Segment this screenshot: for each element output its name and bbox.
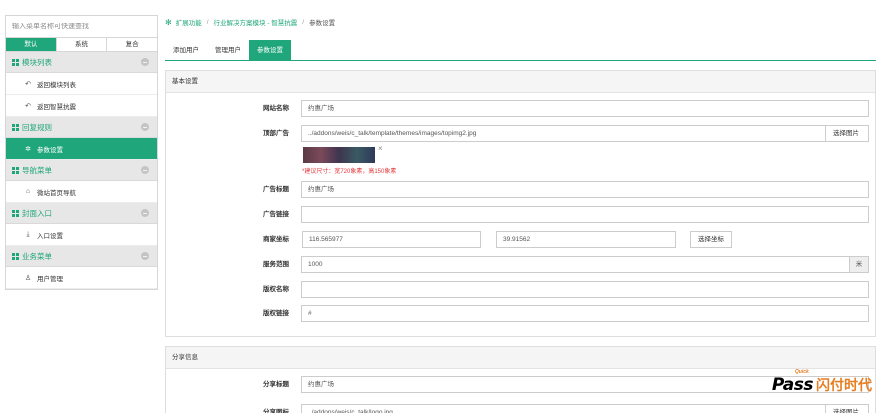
download-icon: ⤓ [26, 230, 30, 238]
menu-search-input[interactable] [12, 23, 151, 30]
menu-item-label: 返回智慧抗震 [37, 103, 76, 111]
tab-manage-users[interactable]: 管理用户 [207, 40, 249, 61]
share-title-label: 分享标题 [263, 381, 289, 388]
grid-icon [12, 252, 19, 260]
panel-title: 基本设置 [166, 71, 875, 93]
menu-group-title: 导航菜单 [22, 165, 52, 175]
tab-add-user[interactable]: 添加用户 [165, 40, 207, 61]
menu-item-home-nav[interactable]: ⌂ 微站首页导航 [6, 181, 157, 203]
grid-icon [12, 166, 19, 174]
cogs-icon: ✻ [165, 17, 172, 27]
range-unit: 米 [849, 256, 869, 273]
menu-item-back-modules[interactable]: ↶ 返回模块列表 [6, 73, 157, 95]
collapse-icon[interactable] [141, 123, 149, 131]
menu-group-nav[interactable]: 导航菜单 [6, 160, 157, 181]
share-icon-input[interactable]: ../addons/weis/c_talk/logo.jpg [301, 404, 826, 413]
menu-item-user-manage[interactable]: ♙ 用户管理 [6, 267, 157, 289]
menu-tab-composite[interactable]: 复合 [107, 38, 157, 51]
menu-group-cover[interactable]: 封面入口 [6, 203, 157, 224]
breadcrumb-module[interactable]: 行业解决方案模块 - 智慧抗震 [214, 17, 298, 27]
menu-group-title: 封面入口 [22, 208, 52, 218]
undo-icon: ↶ [25, 102, 31, 110]
grid-icon [12, 58, 19, 66]
undo-icon: ↶ [25, 80, 31, 88]
watermark-cn: 闪付时代 [816, 378, 872, 394]
menu-group-title: 业务菜单 [22, 251, 52, 261]
menu-search-box [6, 16, 157, 38]
copyright-name-input[interactable] [301, 281, 869, 298]
menu-item-label: 参数设置 [37, 146, 63, 154]
top-ad-input[interactable]: ../addons/weis/c_talk/template/themes/im… [301, 125, 826, 142]
ad-title-input[interactable]: 约惠广场 [301, 181, 869, 198]
menu-item-entry-settings[interactable]: ⤓ 入口设置 [6, 224, 157, 246]
panel-title: 分享信息 [166, 347, 875, 369]
size-hint: *建议尺寸：宽720象素，高150象素 [302, 169, 397, 175]
menu-group-title: 模块列表 [22, 57, 52, 67]
copyright-link-input[interactable]: # [301, 305, 869, 322]
page-tabs: 添加用户 管理用户 参数设置 [165, 40, 876, 61]
ad-link-input[interactable] [301, 206, 869, 223]
breadcrumb-extensions[interactable]: 扩展功能 [176, 17, 202, 27]
latitude-input[interactable]: 39.91562 [496, 231, 676, 248]
coord-label: 商家坐标 [263, 236, 289, 243]
collapse-icon[interactable] [141, 252, 149, 260]
grid-icon [12, 123, 19, 131]
collapse-icon[interactable] [141, 58, 149, 66]
longitude-input[interactable]: 116.565977 [302, 231, 481, 248]
top-ad-label: 顶部广告 [263, 130, 289, 137]
watermark-pass: Pass [771, 375, 814, 395]
close-icon[interactable]: × [378, 144, 383, 153]
menu-group-modules[interactable]: 模块列表 [6, 52, 157, 73]
choose-image-button[interactable]: 选择图片 [825, 404, 869, 413]
ad-title-label: 广告标题 [263, 186, 289, 193]
choose-coord-button[interactable]: 选择坐标 [690, 231, 732, 248]
menu-tab-default[interactable]: 默认 [6, 38, 57, 51]
grid-icon [12, 209, 19, 217]
menu-item-label: 返回模块列表 [37, 81, 76, 89]
copyright-name-label: 版权名称 [263, 286, 289, 293]
tab-settings[interactable]: 参数设置 [249, 40, 291, 61]
breadcrumb: ✻ 扩展功能 / 行业解决方案模块 - 智慧抗震 / 参数设置 [165, 17, 336, 28]
menu-tabs: 默认 系统 复合 [6, 38, 157, 52]
menu-group-business[interactable]: 业务菜单 [6, 246, 157, 267]
range-label: 服务范围 [263, 261, 289, 268]
watermark-logo: Quick Pass 闪付时代 [771, 369, 872, 395]
watermark-quick: Quick [794, 369, 809, 375]
ad-link-label: 广告链接 [263, 211, 289, 218]
sidebar-menu: 默认 系统 复合 模块列表 ↶ 返回模块列表 ↶ 返回智慧抗震 回复规则 ✲ 参… [5, 15, 158, 290]
breadcrumb-current: 参数设置 [309, 20, 336, 27]
menu-item-label: 入口设置 [37, 232, 63, 240]
range-input[interactable]: 1000 [301, 256, 850, 273]
copyright-link-label: 版权链接 [263, 310, 289, 317]
ad-image-preview [303, 147, 375, 163]
gear-icon: ✲ [25, 145, 31, 153]
menu-item-label: 微站首页导航 [37, 189, 76, 197]
collapse-icon[interactable] [141, 209, 149, 217]
menu-tab-system[interactable]: 系统 [57, 38, 108, 51]
site-name-input[interactable]: 约惠广场 [301, 100, 869, 117]
menu-item-label: 用户管理 [37, 275, 63, 283]
menu-item-settings[interactable]: ✲ 参数设置 [6, 138, 157, 160]
home-icon: ⌂ [25, 188, 31, 195]
menu-group-reply-rules[interactable]: 回复规则 [6, 117, 157, 138]
share-icon-label: 分享图标 [263, 409, 289, 413]
collapse-icon[interactable] [141, 166, 149, 174]
basic-settings-panel: 基本设置 网站名称 约惠广场 顶部广告 ../addons/weis/c_tal… [165, 70, 876, 337]
breadcrumb-separator: / [302, 18, 305, 26]
share-settings-panel: 分享信息 分享标题 约惠广场 分享图标 ../addons/weis/c_tal… [165, 346, 876, 413]
breadcrumb-separator: / [206, 18, 209, 26]
menu-item-back-quake[interactable]: ↶ 返回智慧抗震 [6, 95, 157, 117]
site-name-label: 网站名称 [263, 105, 289, 112]
menu-group-title: 回复规则 [22, 122, 52, 132]
choose-image-button[interactable]: 选择图片 [825, 125, 869, 142]
user-icon: ♙ [24, 274, 32, 282]
